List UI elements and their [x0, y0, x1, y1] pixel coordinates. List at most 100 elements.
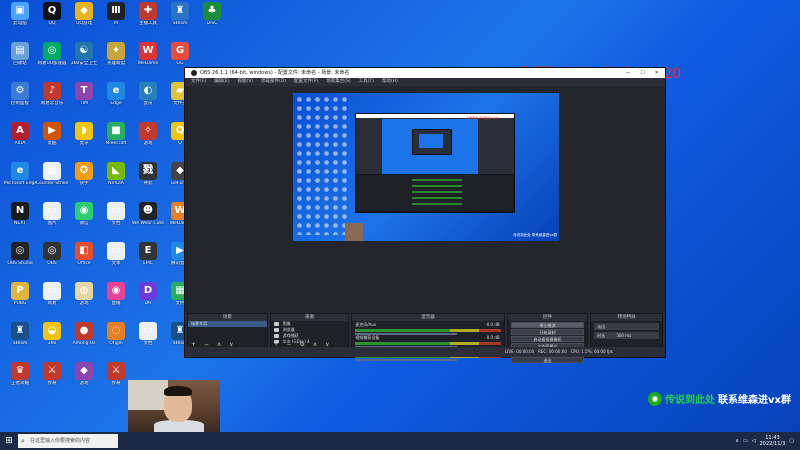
transition-duration[interactable]: 时长 300 ms	[594, 332, 659, 339]
desktop-icon[interactable]: ◆ 游戏	[68, 362, 100, 386]
control-button[interactable]: 开始录制	[510, 329, 585, 335]
app-icon: ♛	[11, 362, 29, 380]
windows-icon[interactable]: ⊞	[0, 432, 18, 450]
mixer-channel[interactable]: 麦克风/Aux -0.0 dB	[352, 321, 503, 335]
control-button[interactable]: 停止推流	[510, 322, 585, 328]
desktop-icon[interactable]: ▭ 文档	[100, 202, 132, 226]
obs-preview[interactable]: 系质游戏 不玩脏话 0/20 传说到此处 联系维森进vx群 未选择源	[185, 86, 665, 325]
desktop-icon[interactable]: ◗ 虎牙	[68, 122, 100, 146]
app-icon: ▶	[43, 122, 61, 140]
desktop-icon[interactable]: ◌ Origin	[100, 322, 132, 346]
desktop-icon[interactable]: G GG	[164, 42, 196, 66]
desktop-icon[interactable]: ♪ 网易云音乐	[36, 82, 68, 106]
obs-menu-item[interactable]: 工具(T)	[359, 78, 374, 86]
desktop-icon[interactable]: ▤ 回收站	[4, 42, 36, 66]
desktop-icon[interactable]: ▦ Counter-Strike	[36, 162, 68, 186]
desktop-icon[interactable]: ◎ 网易UU加速器	[36, 42, 68, 66]
app-icon: ◣	[107, 162, 125, 180]
chevron-up-icon[interactable]: ∧	[735, 438, 739, 444]
desktop-icon[interactable]: ✧ 游戏	[132, 122, 164, 146]
desktop-icon-label: We Wear Cute	[132, 221, 164, 226]
desktop-icon[interactable]: ♜ Steam	[164, 2, 196, 26]
desktop-icon[interactable]: ◍ 游戏	[68, 282, 100, 306]
live-status: LIVE: 00:00:00	[505, 349, 535, 354]
desktop-icon[interactable]: ◉ 微信	[68, 202, 100, 226]
desktop-icon[interactable]: ◉ 直播	[100, 282, 132, 306]
desktop-icon[interactable]: T TIM	[68, 82, 100, 106]
obs-menu-item[interactable]: 配置文件(P)	[294, 78, 318, 86]
desktop-icon[interactable]: ♣ DiSC	[196, 2, 228, 26]
desktop-icon[interactable]: 戮神武	[132, 162, 164, 186]
desktop-icon[interactable]: ▭ 图片	[36, 202, 68, 226]
desktop-icon[interactable]: ◎ OBS	[36, 242, 68, 266]
desktop-icon[interactable]: ◣ NVIDIA	[100, 162, 132, 186]
desktop-icon[interactable]: ⚔ 传奇	[36, 362, 68, 386]
desktop-icon[interactable]: Ⅲ III	[100, 2, 132, 26]
desktop-icon[interactable]: e Microsoft Edge	[4, 162, 36, 186]
close-button[interactable]: ✕	[655, 68, 659, 78]
network-icon[interactable]: ▭	[743, 438, 748, 444]
app-icon: W	[139, 42, 157, 60]
system-tray: ∧ ▭ ◁ 11:43 2022/11/3 ▢	[735, 435, 800, 447]
obs-menu-item[interactable]: 编辑(E)	[214, 78, 229, 86]
desktop-icon[interactable]: ☻ We Wear Cute	[132, 202, 164, 226]
minimize-button[interactable]: —	[625, 68, 630, 78]
volume-icon[interactable]: ◁	[752, 438, 756, 444]
taskbar-search-input[interactable]: 在这里输入你要搜索的内容	[18, 434, 118, 448]
obs-menu-item[interactable]: 文件(F)	[191, 78, 206, 86]
desktop-icon[interactable]: ▭ 文档	[132, 322, 164, 346]
desktop-icon[interactable]: ◐ 会员	[132, 82, 164, 106]
taskbar-clock[interactable]: 11:43 2022/11/3	[760, 435, 786, 447]
desktop-icon[interactable]: ● Among Us	[68, 322, 100, 346]
app-icon: ●	[75, 322, 93, 340]
desktop-icon[interactable]: E EPIC	[132, 242, 164, 266]
maximize-button[interactable]: ☐	[640, 68, 644, 78]
desktop-icon[interactable]: ▭ 文本	[100, 242, 132, 266]
desktop-icon[interactable]: A AIDA	[4, 122, 36, 146]
notification-icon[interactable]: ▢	[789, 438, 794, 444]
control-button[interactable]: 启动虚拟摄像机	[510, 336, 585, 342]
desktop-icon[interactable]: ◧ Office	[68, 242, 100, 266]
desktop-icon[interactable]: ☯ 360安全卫士	[68, 42, 100, 66]
obs-menu-item[interactable]: 帮助(H)	[382, 78, 398, 86]
desktop-icon[interactable]: P PUBG	[4, 282, 36, 306]
desktop-icon-label: Steam	[12, 341, 28, 346]
obs-titlebar[interactable]: OBS 26.1.1 (64-bit, windows) - 配置文件: 未命名…	[185, 68, 665, 78]
volume-slider[interactable]	[355, 359, 458, 361]
duration-input[interactable]: 300 ms	[616, 332, 631, 339]
preview-canvas[interactable]: 系质游戏 不玩脏话 0/20 传说到此处 联系维森进vx群	[293, 93, 559, 241]
desktop-icon[interactable]: ✪ 快手	[68, 162, 100, 186]
desktop-icon[interactable]: ▶ 优酷	[36, 122, 68, 146]
app-icon: ▭	[43, 282, 61, 300]
desktop-icon-label: GG	[176, 61, 184, 66]
desktop-icon[interactable]: Q QQ	[36, 2, 68, 26]
desktop-icon[interactable]: ♛ 王者荣耀	[4, 362, 36, 386]
desktop-icon[interactable]: ♜ Steam	[4, 322, 36, 346]
desktop-icon[interactable]: W WeGame	[132, 42, 164, 66]
obs-menu-item[interactable]: 停靠部件(D)	[261, 78, 286, 86]
desktop-icon[interactable]: ◎ OBS Studio	[4, 242, 36, 266]
app-icon: e	[11, 162, 29, 180]
desktop-icon[interactable]: ◆ QQ游戏	[68, 2, 100, 26]
desktop-icon[interactable]: ✚ 主播工具	[132, 2, 164, 26]
desktop-icon[interactable]: ▭ 网易	[36, 282, 68, 306]
app-icon: ◉	[75, 202, 93, 220]
obs-menu-item[interactable]: 场景集合(S)	[326, 78, 350, 86]
scene-item[interactable]: 场景专用	[188, 321, 267, 327]
desktop-icon[interactable]: ■ Minecraft	[100, 122, 132, 146]
desktop-icon[interactable]: N NEXT	[4, 202, 36, 226]
desktop-icon[interactable]: D DH	[132, 282, 164, 306]
obs-window[interactable]: OBS 26.1.1 (64-bit, windows) - 配置文件: 未命名…	[184, 67, 666, 363]
desktop-icon[interactable]: ✦ 英雄联盟	[100, 42, 132, 66]
mixer-channel[interactable]: 视频捕获设备 0.0 dB	[352, 334, 503, 348]
control-button[interactable]: 退出	[510, 357, 585, 363]
obs-menu-item[interactable]: 视图(V)	[237, 78, 253, 86]
transition-select[interactable]: 淡出	[594, 323, 659, 330]
desktop-icon[interactable]: ▣ 此电脑	[4, 2, 36, 26]
app-icon: ♜	[11, 322, 29, 340]
desktop-icon-label: 控制面板	[11, 101, 29, 106]
desktop-icon-label: 360安全卫士	[70, 61, 98, 66]
desktop-icon[interactable]: e Edge	[100, 82, 132, 106]
desktop-icon[interactable]: ◒ 360	[36, 322, 68, 346]
desktop-icon[interactable]: ⚙ 控制面板	[4, 82, 36, 106]
